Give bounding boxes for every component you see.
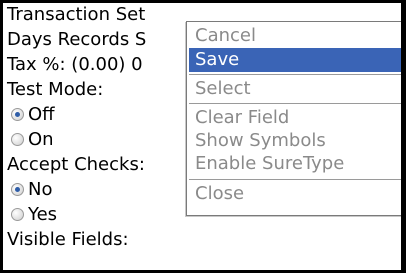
- radio-checked-icon: [11, 182, 24, 196]
- menu-item-save[interactable]: Save: [189, 48, 401, 72]
- accept-checks-label: Accept Checks:: [7, 154, 145, 175]
- days-records-field[interactable]: Days Records S: [7, 28, 146, 52]
- menu-item-close[interactable]: Close: [189, 182, 401, 206]
- test-mode-off-option[interactable]: Off: [11, 103, 55, 127]
- menu-item-show-symbols[interactable]: Show Symbols: [189, 129, 401, 153]
- accept-checks-yes-label: Yes: [28, 204, 58, 225]
- menu-item-clear-field[interactable]: Clear Field: [189, 106, 401, 130]
- test-mode-on-option[interactable]: On: [11, 128, 54, 152]
- menu-separator: [189, 74, 401, 75]
- test-mode-off-label: Off: [28, 104, 55, 125]
- context-menu: Cancel Save Select Clear Field Show Symb…: [186, 21, 401, 216]
- menu-separator: [189, 103, 401, 104]
- accept-checks-no-label: No: [28, 179, 53, 200]
- menu-item-enable-suretype[interactable]: Enable SureType: [189, 152, 401, 176]
- menu-item-cancel[interactable]: Cancel: [189, 24, 401, 48]
- test-mode-on-label: On: [28, 129, 54, 150]
- radio-checked-icon: [11, 107, 24, 121]
- screen: Transaction Set Days Records S Tax %: (0…: [3, 3, 401, 270]
- accept-checks-no-option[interactable]: No: [11, 178, 52, 202]
- visible-fields-label: Visible Fields:: [7, 229, 129, 250]
- form-title: Transaction Set: [7, 4, 146, 25]
- tax-field[interactable]: Tax %: (0.00) 0: [7, 53, 143, 77]
- radio-unchecked-icon: [11, 207, 24, 221]
- accept-checks-yes-option[interactable]: Yes: [11, 203, 57, 227]
- radio-unchecked-icon: [11, 132, 24, 146]
- menu-separator: [189, 179, 401, 180]
- menu-item-select[interactable]: Select: [189, 77, 401, 101]
- test-mode-label: Test Mode:: [7, 79, 104, 100]
